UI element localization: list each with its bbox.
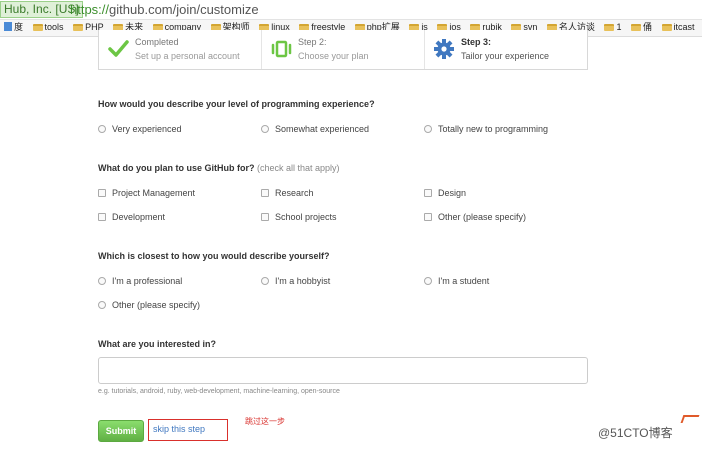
url-scheme: https:// bbox=[70, 2, 110, 17]
watermark: @51CTO博客 bbox=[598, 415, 700, 441]
step-tailor-experience: Step 3: Tailor your experience bbox=[425, 30, 587, 69]
checkbox[interactable] bbox=[98, 213, 106, 221]
step-title: Step 3: bbox=[461, 37, 492, 47]
self-option-other[interactable]: Other (please specify) bbox=[98, 300, 200, 310]
folder-icon bbox=[604, 24, 615, 31]
self-option-hobbyist[interactable]: I'm a hobbyist bbox=[261, 276, 330, 286]
bookmark-folder[interactable]: 1 bbox=[604, 20, 621, 35]
gear-icon bbox=[434, 39, 454, 59]
usage-option-project-management[interactable]: Project Management bbox=[98, 188, 195, 198]
self-option-professional[interactable]: I'm a professional bbox=[98, 276, 182, 286]
interests-question: What are you interested in? bbox=[98, 339, 217, 349]
step-description: Tailor your experience bbox=[461, 51, 550, 61]
interests-input[interactable] bbox=[98, 357, 588, 384]
bookmark-folder[interactable]: 俑 bbox=[630, 20, 652, 35]
usage-option-design[interactable]: Design bbox=[424, 188, 466, 198]
bookmark-page-icon bbox=[4, 22, 12, 31]
self-description-question: Which is closest to how you would descri… bbox=[98, 251, 330, 261]
step-title: Completed bbox=[135, 37, 179, 47]
watermark-logo-mark bbox=[680, 415, 700, 423]
url-text[interactable]: https://github.com/join/customize bbox=[70, 1, 259, 18]
radio-button[interactable] bbox=[98, 277, 106, 285]
usage-question: What do you plan to use GitHub for? (che… bbox=[98, 163, 340, 173]
experience-question: How would you describe your level of pro… bbox=[98, 99, 375, 109]
folder-icon bbox=[630, 24, 641, 31]
step-title: Step 2: bbox=[298, 37, 327, 47]
self-option-student[interactable]: I'm a student bbox=[424, 276, 489, 286]
url-path: github.com/join/customize bbox=[109, 2, 259, 17]
step-description: Choose your plan bbox=[298, 51, 369, 61]
usage-option-development[interactable]: Development bbox=[98, 212, 165, 222]
checkbox[interactable] bbox=[98, 189, 106, 197]
plan-icon bbox=[271, 40, 292, 58]
signup-steps: Completed Set up a personal account Step… bbox=[98, 30, 588, 70]
bookmark-folder[interactable]: tools bbox=[32, 20, 64, 35]
folder-icon bbox=[73, 24, 84, 31]
usage-option-school[interactable]: School projects bbox=[261, 212, 337, 222]
usage-option-research[interactable]: Research bbox=[261, 188, 314, 198]
step-description: Set up a personal account bbox=[135, 51, 240, 61]
experience-option-new[interactable]: Totally new to programming bbox=[424, 124, 548, 134]
checkbox[interactable] bbox=[261, 189, 269, 197]
experience-option-very[interactable]: Very experienced bbox=[98, 124, 182, 134]
checkbox[interactable] bbox=[261, 213, 269, 221]
bookmark-item[interactable]: 度 bbox=[0, 20, 23, 35]
address-bar[interactable]: Hub, Inc. [US] https://github.com/join/c… bbox=[0, 0, 702, 20]
checkbox[interactable] bbox=[424, 189, 432, 197]
step-choose-plan: Step 2: Choose your plan bbox=[262, 30, 425, 69]
radio-button[interactable] bbox=[424, 125, 432, 133]
radio-button[interactable] bbox=[261, 277, 269, 285]
bookmark-folder[interactable]: itcast bbox=[661, 20, 695, 35]
step-completed: Completed Set up a personal account bbox=[99, 30, 262, 69]
annotation-note: 跳过这一步 bbox=[245, 417, 285, 426]
usage-hint: (check all that apply) bbox=[257, 163, 340, 173]
skip-step-link[interactable]: skip this step bbox=[153, 424, 205, 434]
checkmark-icon bbox=[108, 40, 129, 57]
radio-button[interactable] bbox=[261, 125, 269, 133]
radio-button[interactable] bbox=[98, 125, 106, 133]
interests-hint: e.g. tutorials, android, ruby, web-devel… bbox=[98, 388, 340, 395]
radio-button[interactable] bbox=[98, 301, 106, 309]
usage-option-other[interactable]: Other (please specify) bbox=[424, 212, 526, 222]
folder-icon bbox=[32, 24, 43, 31]
radio-button[interactable] bbox=[424, 277, 432, 285]
checkbox[interactable] bbox=[424, 213, 432, 221]
submit-button[interactable]: Submit bbox=[98, 420, 144, 442]
folder-icon bbox=[661, 24, 672, 31]
experience-option-somewhat[interactable]: Somewhat experienced bbox=[261, 124, 369, 134]
